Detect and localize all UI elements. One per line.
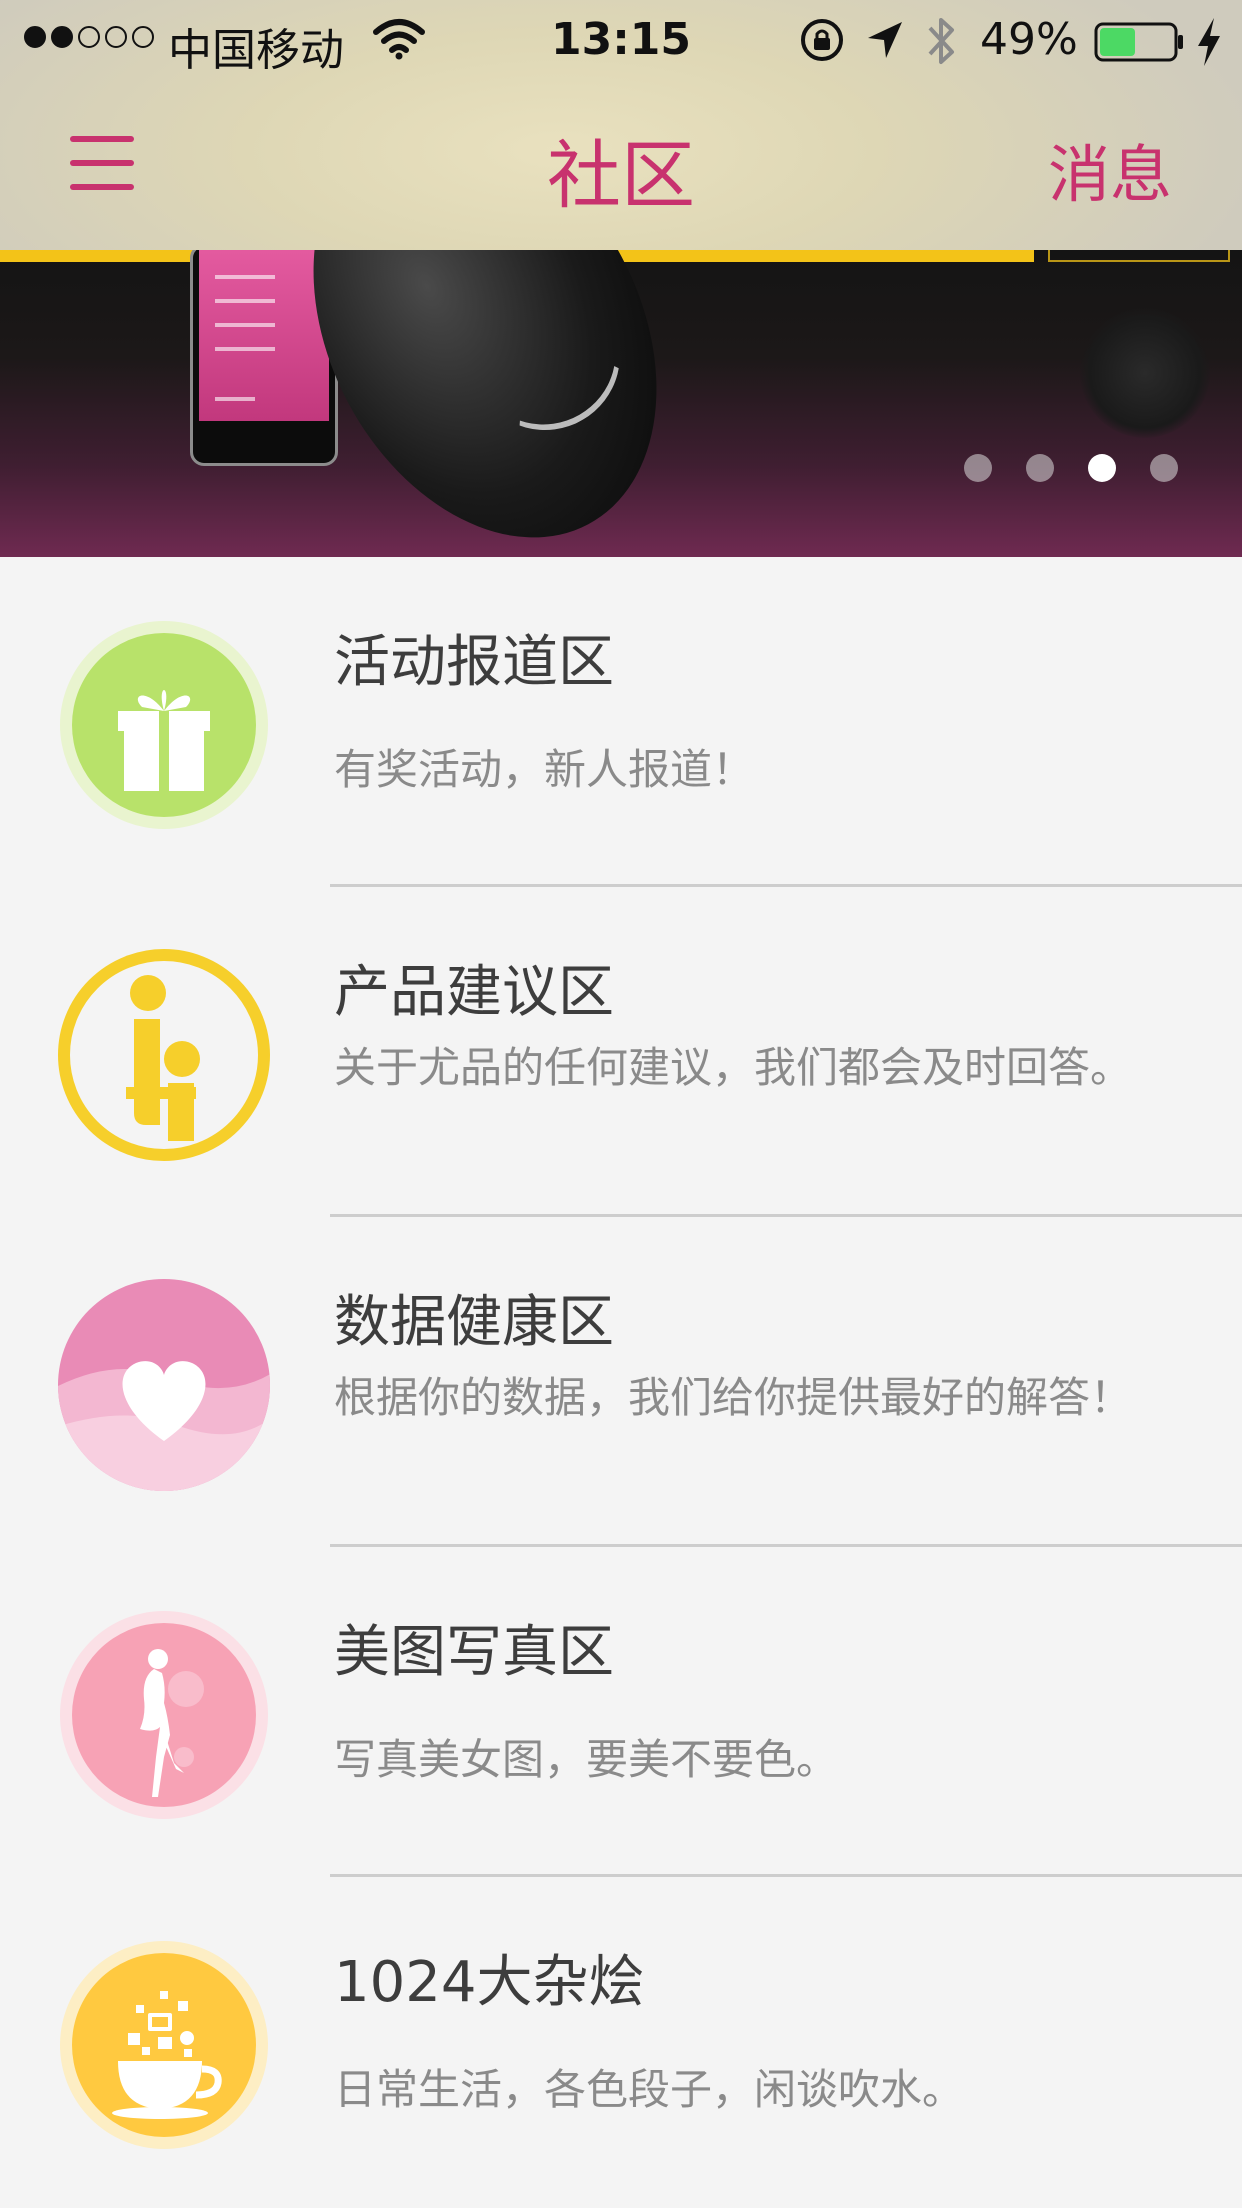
community-screen: 中国移动 13:15 49% 社区 消息 活动报道区 有奖活动，新人报道！ 产品… — [0, 0, 1242, 2208]
battery-icon — [1094, 22, 1183, 62]
forum-title: 产品建议区 — [334, 960, 614, 1025]
banner-frame — [1048, 250, 1230, 262]
gift-icon — [60, 621, 268, 829]
woman-silhouette-icon — [60, 1611, 268, 1819]
forum-item-events[interactable]: 活动报道区 有奖活动，新人报道！ — [0, 557, 1242, 887]
navigation-bar: 社区 消息 — [0, 84, 1242, 250]
forum-title: 美图写真区 — [334, 1620, 614, 1685]
location-arrow-icon — [868, 22, 902, 58]
brand-logo-icon — [58, 949, 270, 1161]
forum-description: 日常生活，各色段子，闲谈吹水。 — [334, 2065, 965, 2114]
status-bar: 中国移动 13:15 49% — [0, 0, 1242, 84]
charging-bolt-icon — [1198, 18, 1220, 66]
forum-item-misc[interactable]: 1024大杂烩 日常生活，各色段子，闲谈吹水。 — [0, 1877, 1242, 2207]
header: 中国移动 13:15 49% 社区 消息 — [0, 0, 1242, 250]
forum-description: 有奖活动，新人报道！ — [334, 745, 755, 794]
forum-title: 活动报道区 — [334, 630, 614, 695]
battery-percentage: 49% — [980, 14, 1078, 65]
orientation-lock-icon — [801, 19, 843, 61]
banner-page-dot[interactable] — [1026, 454, 1054, 482]
heart-icon — [58, 1279, 270, 1491]
forum-title: 1024大杂烩 — [334, 1950, 645, 2015]
forum-title: 数据健康区 — [334, 1290, 614, 1355]
teacup-icon — [60, 1941, 268, 2149]
forum-description: 根据你的数据，我们给你提供最好的解答！ — [334, 1373, 1133, 1422]
banner-page-dot[interactable] — [1150, 454, 1178, 482]
forum-item-product-suggestions[interactable]: 产品建议区 关于尤品的任何建议，我们都会及时回答。 — [0, 887, 1242, 1217]
forum-list: 活动报道区 有奖活动，新人报道！ 产品建议区 关于尤品的任何建议，我们都会及时回… — [0, 557, 1242, 2207]
forum-item-photos[interactable]: 美图写真区 写真美女图，要美不要色。 — [0, 1547, 1242, 1877]
forum-item-data-health[interactable]: 数据健康区 根据你的数据，我们给你提供最好的解答！ — [0, 1217, 1242, 1547]
promo-banner[interactable] — [0, 250, 1242, 557]
banner-page-dot[interactable] — [1088, 454, 1116, 482]
banner-glow — [1080, 308, 1210, 438]
banner-page-indicator — [964, 454, 1178, 482]
forum-description: 关于尤品的任何建议，我们都会及时回答。 — [334, 1043, 1133, 1092]
banner-page-dot[interactable] — [964, 454, 992, 482]
bluetooth-icon — [928, 18, 954, 64]
forum-description: 写真美女图，要美不要色。 — [334, 1735, 839, 1784]
messages-button[interactable]: 消息 — [1048, 124, 1172, 214]
